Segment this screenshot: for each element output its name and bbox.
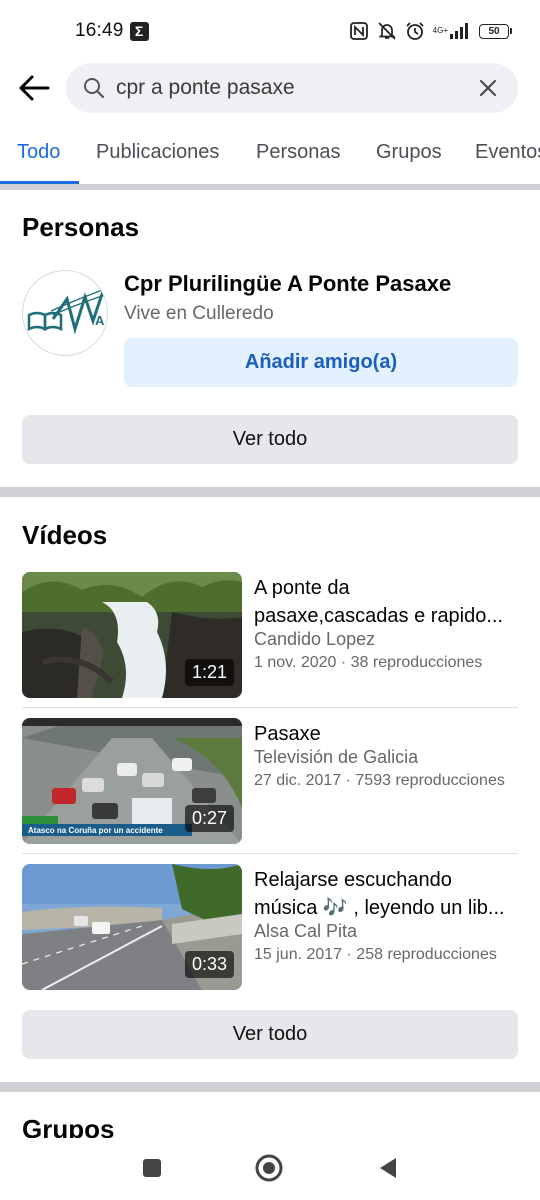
see-all-people-button[interactable]: Ver todo xyxy=(22,415,518,464)
tab-eventos[interactable]: Eventos xyxy=(475,141,540,164)
search-icon xyxy=(84,78,105,99)
avatar[interactable]: A xyxy=(22,270,108,356)
recents-button[interactable] xyxy=(136,1152,168,1184)
section-title-videos: Vídeos xyxy=(22,520,108,550)
video-meta: 1 nov. 2020 · 38 reproducciones xyxy=(254,654,483,671)
thumbnail-caption: Atasco na Coruña por un accidente xyxy=(28,826,163,835)
video-title-line2: pasaxe,cascadas e rapido... xyxy=(254,605,504,627)
divider xyxy=(0,184,540,190)
video-item[interactable]: 1:21 A ponte da pasaxe,cascadas e rapido… xyxy=(22,572,518,698)
status-bar: 16:49 Σ 4G+ 50 xyxy=(0,0,540,62)
video-duration: 0:33 xyxy=(184,951,234,978)
system-nav-bar xyxy=(0,1138,540,1200)
video-title-line1: Relajarse escuchando xyxy=(254,869,452,891)
back-button[interactable] xyxy=(14,68,54,108)
back-arrow-icon xyxy=(19,75,50,101)
signal-icon xyxy=(450,23,468,39)
home-button[interactable] xyxy=(253,1152,285,1184)
video-title[interactable]: A ponte da pasaxe,cascadas e rapido... xyxy=(254,574,514,630)
add-friend-button[interactable]: Añadir amigo(a) xyxy=(124,338,518,387)
network-label: 4G+ xyxy=(433,27,448,35)
video-meta: 27 dic. 2017 · 7593 reproducciones xyxy=(254,772,505,789)
alarm-icon xyxy=(406,22,424,40)
search-input[interactable]: cpr a ponte pasaxe xyxy=(66,63,518,113)
video-item[interactable]: Atasco na Coruña por un accidente 0:27 P… xyxy=(22,718,518,844)
video-item[interactable]: 0:33 Relajarse escuchando música 🎶 , ley… xyxy=(22,864,518,990)
back-nav-button[interactable] xyxy=(371,1152,403,1184)
mute-bell-icon xyxy=(378,22,396,40)
person-location: Vive en Culleredo xyxy=(124,303,274,324)
video-channel[interactable]: Alsa Cal Pita xyxy=(254,921,357,942)
video-title[interactable]: Pasaxe xyxy=(254,720,514,748)
video-duration: 0:27 xyxy=(184,805,234,832)
home-circle-icon xyxy=(255,1154,283,1182)
status-time: 16:49 xyxy=(75,20,124,41)
network-type: 4G+ xyxy=(432,26,448,35)
person-name[interactable]: Cpr Plurilingüe A Ponte Pasaxe xyxy=(124,271,451,297)
video-title-line1: A ponte da xyxy=(254,577,350,599)
tab-personas[interactable]: Personas xyxy=(256,141,341,164)
divider xyxy=(0,1082,540,1092)
video-thumbnail[interactable]: 1:21 xyxy=(22,572,242,698)
video-duration: 1:21 xyxy=(184,659,234,686)
divider xyxy=(22,853,518,854)
tab-grupos[interactable]: Grupos xyxy=(376,141,442,164)
clear-search-button[interactable] xyxy=(474,74,502,102)
divider xyxy=(22,707,518,708)
video-channel[interactable]: Candido Lopez xyxy=(254,629,375,650)
sigma-icon: Σ xyxy=(129,21,149,41)
search-row: cpr a ponte pasaxe xyxy=(0,63,540,113)
video-meta: 15 jun. 2017 · 258 reproducciones xyxy=(254,946,497,963)
svg-text:A: A xyxy=(95,313,105,328)
divider xyxy=(0,487,540,497)
video-thumbnail[interactable]: 0:33 xyxy=(22,864,242,990)
video-title-line2: música 🎶 , leyendo un lib... xyxy=(254,897,505,919)
filter-tabs: Todo Publicaciones Personas Grupos Event… xyxy=(0,133,540,185)
see-all-videos-button[interactable]: Ver todo xyxy=(22,1010,518,1059)
battery-level: 50 xyxy=(479,23,509,39)
recents-square-icon xyxy=(143,1159,161,1177)
tab-publicaciones[interactable]: Publicaciones xyxy=(96,141,219,164)
video-channel[interactable]: Televisión de Galicia xyxy=(254,747,418,768)
status-icons: 4G+ 50 xyxy=(349,21,512,41)
battery-icon: 50 xyxy=(479,23,512,39)
video-title[interactable]: Relajarse escuchando música 🎶 , leyendo … xyxy=(254,866,514,922)
nfc-icon xyxy=(349,22,368,40)
close-icon xyxy=(480,80,496,96)
video-title-line1: Pasaxe xyxy=(254,723,321,745)
back-triangle-icon xyxy=(380,1158,396,1178)
school-logo: A xyxy=(27,288,106,335)
tab-todo[interactable]: Todo xyxy=(17,141,60,164)
search-query[interactable]: cpr a ponte pasaxe xyxy=(116,76,474,100)
video-thumbnail[interactable]: Atasco na Coruña por un accidente 0:27 xyxy=(22,718,242,844)
section-title-personas: Personas xyxy=(22,212,140,242)
